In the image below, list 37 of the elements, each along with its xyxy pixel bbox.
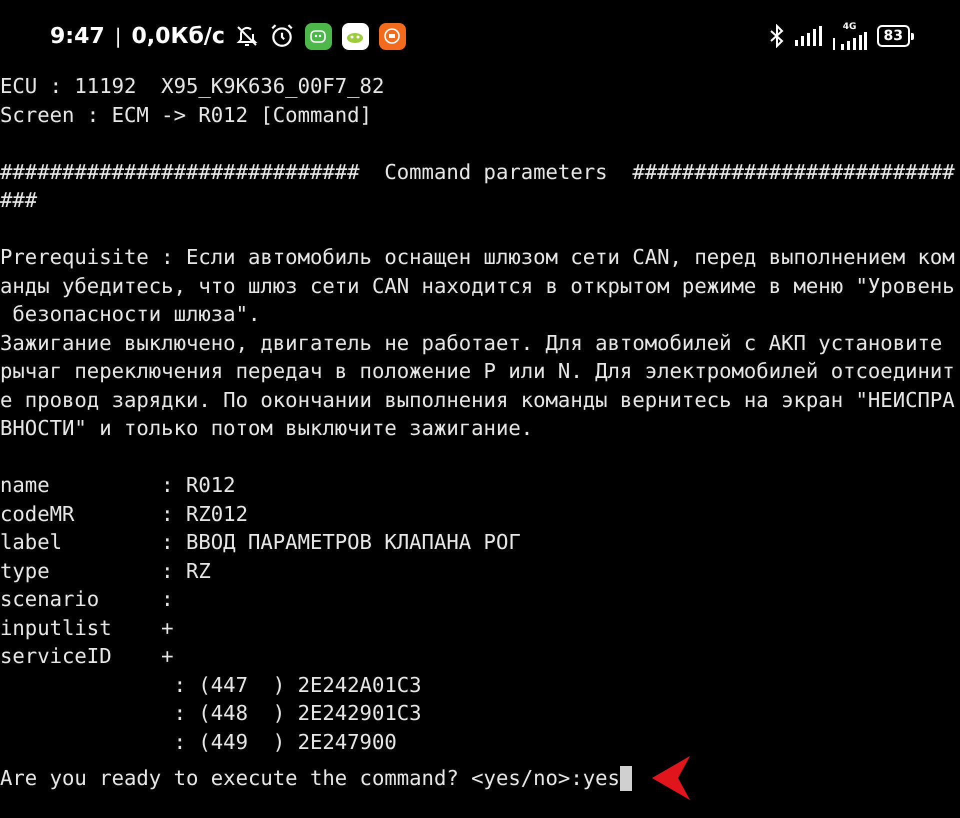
terminal-line: scenario :	[0, 586, 174, 613]
bluetooth-icon	[768, 24, 785, 48]
terminal-line: ###	[0, 187, 38, 214]
terminal-line: serviceID +	[0, 643, 174, 670]
terminal-line: label : ВВОД ПАРАМЕТРОВ КЛАПАНА РОГ	[0, 529, 521, 556]
signal-icon	[794, 26, 823, 46]
terminal-line: : (447 ) 2E242A01C3	[172, 672, 422, 698]
terminal-line: ВНОСТИ" и только потом выключите зажигание.	[0, 415, 534, 442]
text-cursor	[620, 766, 632, 790]
terminal-line: name : R012	[0, 472, 236, 499]
separator: |	[114, 24, 122, 48]
terminal-line: Зажигание выключено, двигатель не работает. Для автомобилей с АКП установите	[0, 330, 944, 356]
terminal-line: Prerequisite : Если автомобиль оснащен шлюзом сети CAN, перед выполнением ком	[0, 244, 955, 271]
terminal-line: Screen : ECM -> R012 [Command]	[0, 102, 372, 128]
terminal-line: type : RZ	[0, 558, 211, 584]
typed-input[interactable]: yes	[582, 764, 620, 792]
terminal-line: : (448 ) 2E242901C3	[172, 700, 422, 727]
bell-off-icon	[234, 24, 259, 48]
app-icon[interactable]	[342, 22, 369, 50]
pointer-arrow-icon	[652, 756, 690, 800]
signal-icon	[832, 32, 867, 50]
terminal-line: анды убедитесь, что шлюз сети CAN находится в открытом режиме в меню "Уровень	[0, 272, 955, 300]
terminal-line: ############################# Command parameters ##########################	[0, 158, 955, 186]
terminal-line: безопасности шлюза".	[11, 301, 260, 328]
terminal-line: е провод зарядки. По окончании выполнения команды вернитесь на экран "НЕИСПРА	[0, 386, 955, 414]
terminal-line: рычаг переключения передач в положение P или N. Для электромобилей отсоединит	[0, 358, 955, 385]
terminal-line: codeMR : RZ012	[0, 500, 248, 528]
network-type: 4G	[842, 22, 856, 32]
prompt-text: Are you ready to execute the command? <yes/no>:	[0, 764, 583, 792]
app-icon[interactable]	[378, 22, 406, 50]
alarm-clock-icon	[268, 23, 295, 49]
terminal-line: inputlist +	[0, 614, 174, 642]
network-speed: 0,0Кб/с	[131, 24, 225, 48]
terminal-line: ECU : 11192 X95_K9K636_00F7_82	[0, 73, 384, 100]
clock: 9:47	[50, 24, 105, 48]
app-icon[interactable]	[304, 22, 332, 50]
terminal-line: : (449 ) 2E247900	[172, 728, 397, 756]
